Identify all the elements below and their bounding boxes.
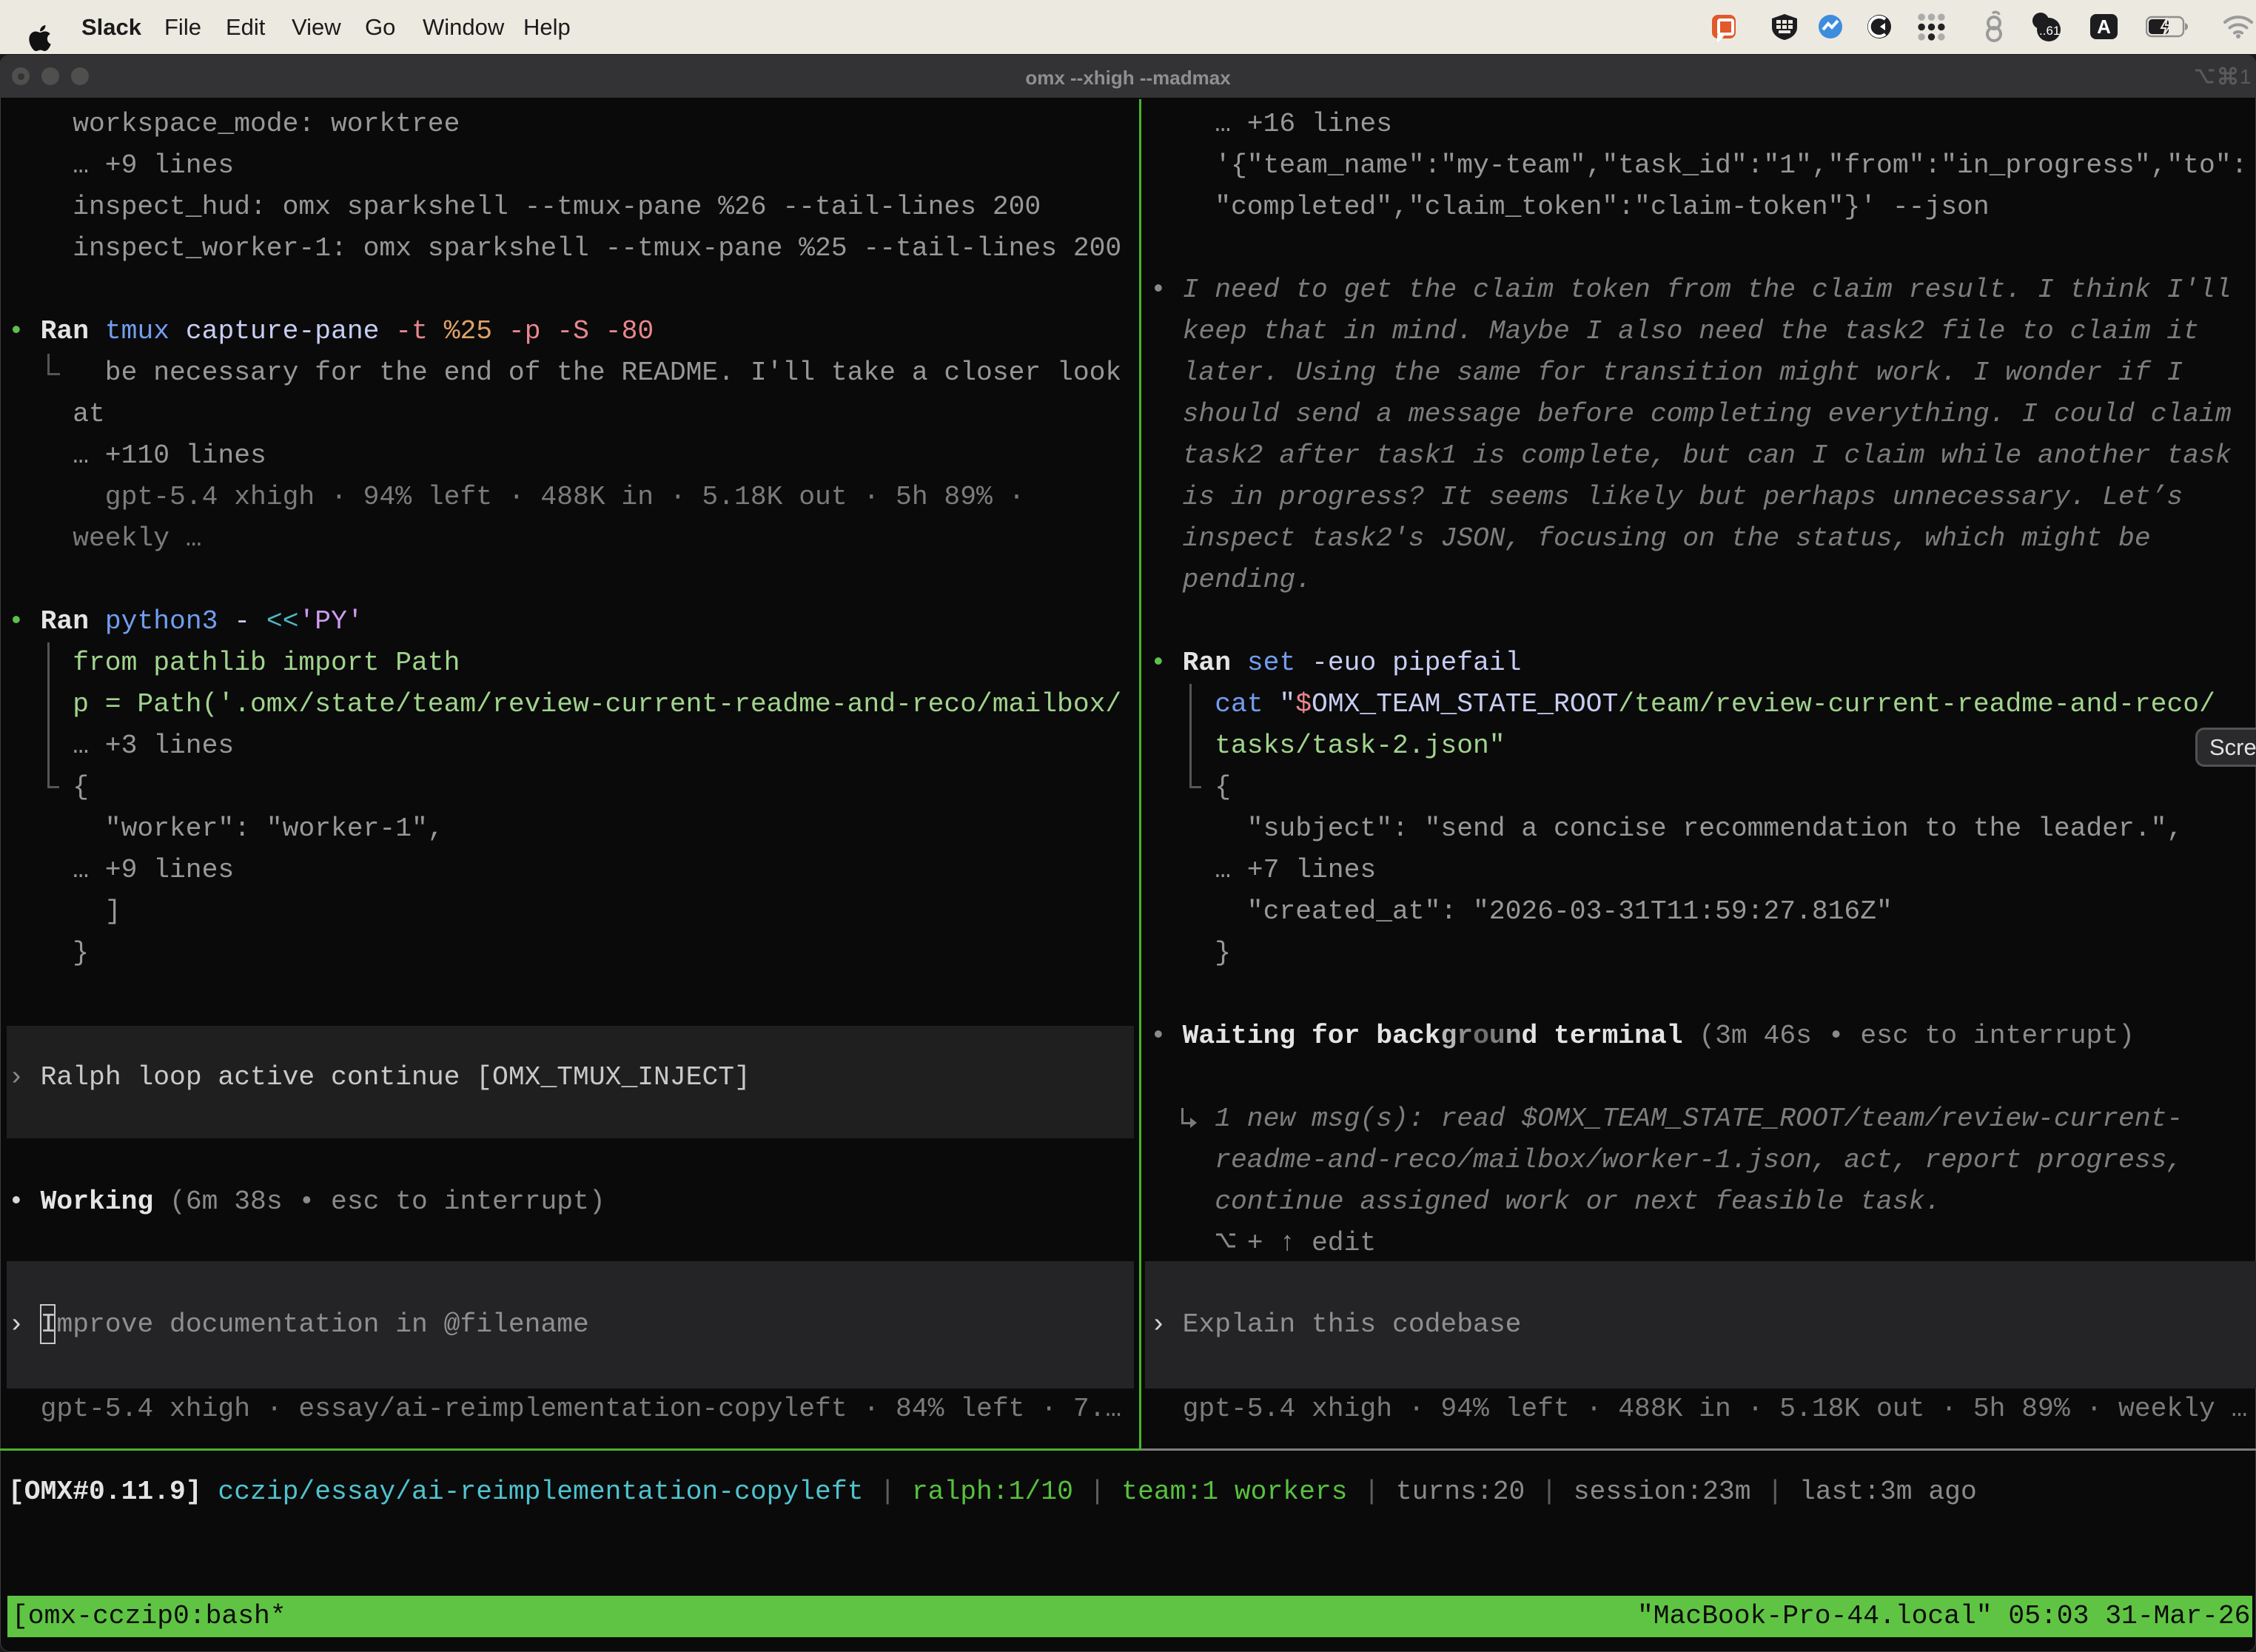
svg-text:1: 1 (2240, 65, 2252, 87)
svg-text:..61: ..61 (2039, 24, 2060, 38)
